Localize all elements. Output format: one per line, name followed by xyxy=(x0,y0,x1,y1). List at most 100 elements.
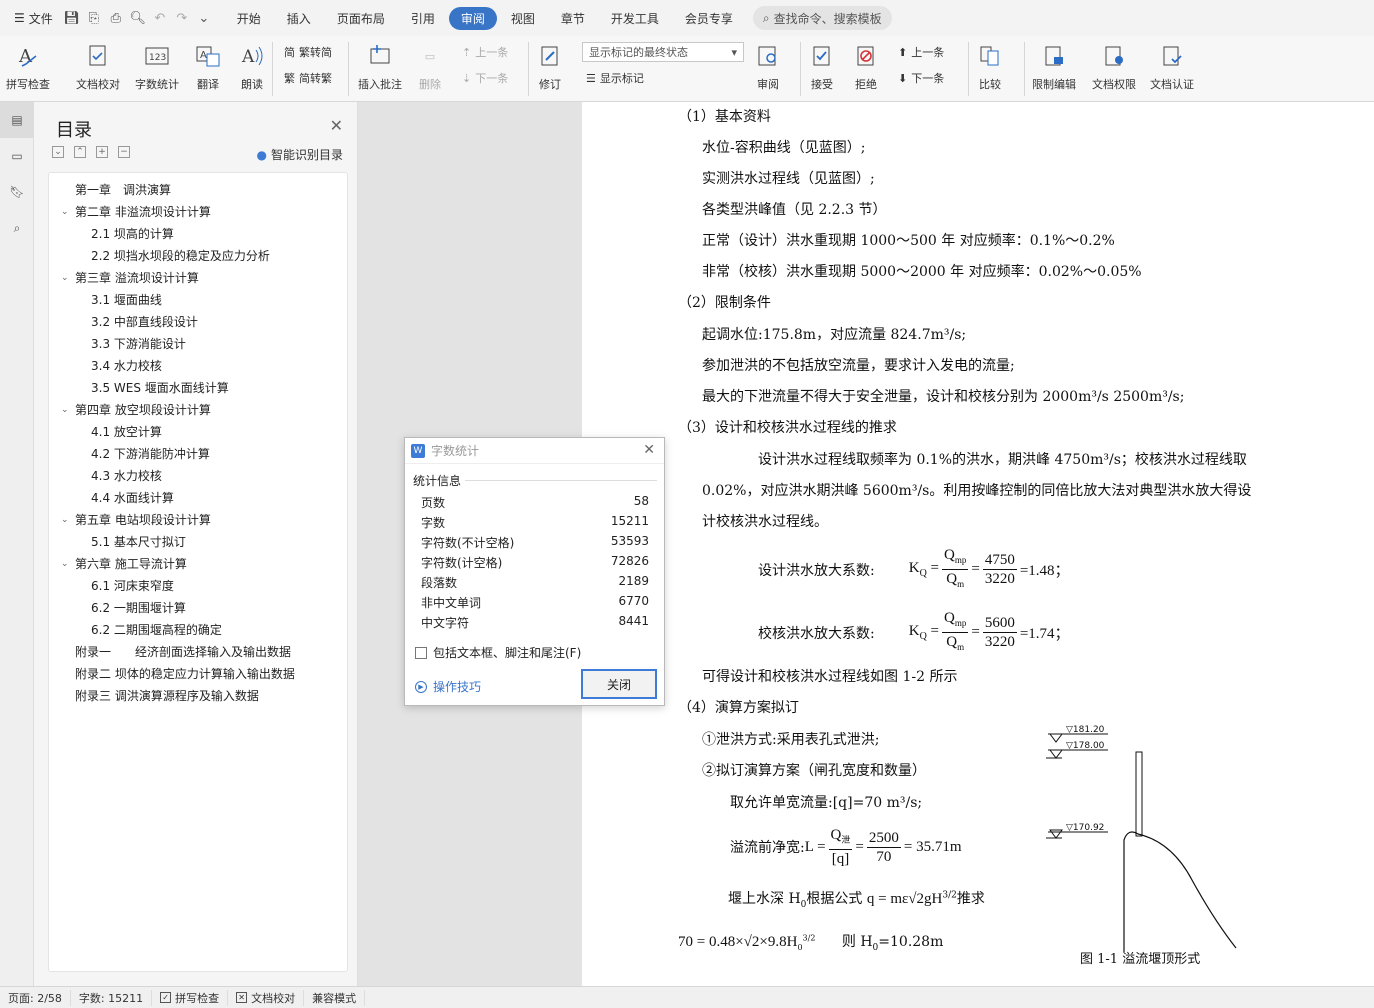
smart-toc-button[interactable]: ● 智能识别目录 xyxy=(257,146,344,163)
toc-item[interactable]: 4.3 水力校核 xyxy=(49,465,347,487)
track-changes-button[interactable]: 修订 xyxy=(536,42,564,92)
print-icon[interactable]: ⎙ xyxy=(107,9,125,27)
doc-line: 0.02%，对应洪水期洪峰 5600m³/s。利用按峰控制的同倍比放大法对典型洪… xyxy=(702,483,1252,499)
expand-all-icon[interactable]: ⌃ xyxy=(74,146,86,158)
next-change-button[interactable]: ⬇ 下一条 xyxy=(898,70,944,86)
x-icon: ✕ xyxy=(236,992,248,1003)
status-proofread[interactable]: ✕ 文档校对 xyxy=(228,989,305,1006)
stats-section: 统计信息 xyxy=(413,472,657,489)
save-icon[interactable]: 💾︎ xyxy=(63,9,81,27)
expand-chevron-icon[interactable]: ⌄ xyxy=(61,201,69,223)
toc-item[interactable]: 4.2 下游消能防冲计算 xyxy=(49,443,347,465)
formula-head: 堰上水深 H0根据公式 q = mε√2gH3/2推求 xyxy=(728,890,985,910)
status-spell-check[interactable]: ✓ 拼写检查 xyxy=(152,989,229,1006)
document-certify-button[interactable]: 文档认证 xyxy=(1150,42,1194,92)
add-item-icon[interactable]: + xyxy=(96,146,108,158)
restrict-editing-button[interactable]: 限制编辑 xyxy=(1032,42,1076,92)
quick-access-dropdown-icon[interactable]: ⌄ xyxy=(195,9,213,27)
compare-button[interactable]: 比较 xyxy=(976,42,1004,92)
tab-0[interactable]: 开始 xyxy=(225,7,273,30)
document-page[interactable]: （1）基本资料 水位-容积曲线（见蓝图）; 实测洪水过程线（见蓝图）; 各类型洪… xyxy=(582,102,1374,986)
toc-item[interactable]: 2.2 坝挡水坝段的稳定及应力分析 xyxy=(49,245,347,267)
toc-item[interactable]: ⌄ 第四章 放空坝段设计计算 xyxy=(49,399,347,421)
expand-chevron-icon[interactable]: ⌄ xyxy=(61,267,69,289)
toc-item[interactable]: 4.1 放空计算 xyxy=(49,421,347,443)
command-search[interactable]: ⌕ 查找命令、搜索模板 xyxy=(752,6,892,30)
prev-change-button[interactable]: ⬆ 上一条 xyxy=(898,44,944,60)
format-painter-icon[interactable]: ⎘ xyxy=(85,9,103,27)
tab-6[interactable]: 章节 xyxy=(549,7,597,30)
simp-trad-icon: 繁 xyxy=(284,72,295,85)
tab-4[interactable]: 审阅 xyxy=(448,6,497,30)
toc-item[interactable]: 第一章 调洪演算 xyxy=(49,179,347,201)
include-textbox-checkbox[interactable]: 包括文本框、脚注和尾注(F) xyxy=(415,644,581,661)
toc-item[interactable]: ⌄ 第二章 非溢流坝设计计算 xyxy=(49,201,347,223)
markup-state-select[interactable]: 显示标记的最终状态 ▾ xyxy=(582,42,744,62)
translate-button[interactable]: A 翻译 xyxy=(194,42,222,92)
undo-icon[interactable]: ↶ xyxy=(151,9,169,27)
formula-solve: 70 = 0.48×√2×9.8H03/2 则 H0=10.28m xyxy=(678,933,944,953)
toc-item[interactable]: 6.2 二期围堰高程的确定 xyxy=(49,619,347,641)
review-pane-button[interactable]: 审阅 xyxy=(754,42,782,92)
tab-3[interactable]: 引用 xyxy=(399,7,447,30)
reject-button[interactable]: 拒绝 xyxy=(852,42,880,92)
collapse-all-icon[interactable]: ⌄ xyxy=(52,146,64,158)
tab-7[interactable]: 开发工具 xyxy=(599,7,671,30)
close-button[interactable]: 关闭 xyxy=(581,669,657,699)
simp-to-trad-button[interactable]: 繁 简转繁 xyxy=(284,70,332,86)
toc-item[interactable]: 3.3 下游消能设计 xyxy=(49,333,347,355)
toc-item[interactable]: 2.1 坝高的计算 xyxy=(49,223,347,245)
trad-to-simp-button[interactable]: 简 繁转简 xyxy=(284,44,332,60)
accept-button[interactable]: 接受 xyxy=(808,42,836,92)
toc-item[interactable]: 3.4 水力校核 xyxy=(49,355,347,377)
toc-item[interactable]: 3.1 堰面曲线 xyxy=(49,289,347,311)
toc-item[interactable]: 3.2 中部直线段设计 xyxy=(49,311,347,333)
toc-item[interactable]: 3.5 WES 堰面水面线计算 xyxy=(49,377,347,399)
toc-item[interactable]: 5.1 基本尺寸拟订 xyxy=(49,531,347,553)
trad-simp-icon: 简 xyxy=(284,46,295,59)
chapter-icon[interactable]: ▭ xyxy=(0,138,34,174)
word-count-indicator[interactable]: 字数: 15211 xyxy=(71,989,153,1006)
find-icon[interactable]: ⌕ xyxy=(0,210,34,246)
spell-check-button[interactable]: A 拼写检查 xyxy=(6,42,50,92)
tab-2[interactable]: 页面布局 xyxy=(325,7,397,30)
page-indicator[interactable]: 页面: 2/58 xyxy=(0,989,71,1006)
toc-item[interactable]: 附录三 调洪演算源程序及输入数据 xyxy=(49,685,347,707)
insert-comment-button[interactable]: 插入批注 xyxy=(358,42,402,92)
toc-item[interactable]: ⌄ 第六章 施工导流计算 xyxy=(49,553,347,575)
dialog-close-icon[interactable]: ✕ xyxy=(643,442,655,458)
tab-8[interactable]: 会员专享 xyxy=(673,7,745,30)
toc-item[interactable]: ⌄ 第三章 溢流坝设计计算 xyxy=(49,267,347,289)
document-rights-button[interactable]: 文档权限 xyxy=(1092,42,1136,92)
toc-item[interactable]: 附录二 坝体的稳定应力计算输入输出数据 xyxy=(49,663,347,685)
toc-item[interactable]: 4.4 水面线计算 xyxy=(49,487,347,509)
prev-comment-button[interactable]: ⇡ 上一条 xyxy=(462,44,508,60)
proofread-button[interactable]: 文档校对 xyxy=(76,42,120,92)
navigation-rail: ▤ ▭ 🔖︎ ⌕ xyxy=(0,102,34,986)
file-menu[interactable]: ☰ 文件 xyxy=(8,6,59,30)
delete-comment-button[interactable]: ▭ 删除 xyxy=(416,42,444,92)
expand-chevron-icon[interactable]: ⌄ xyxy=(61,553,69,575)
tab-5[interactable]: 视图 xyxy=(499,7,547,30)
remove-item-icon[interactable]: − xyxy=(118,146,130,158)
read-aloud-button[interactable]: A 朗读 xyxy=(238,42,266,92)
toc-item[interactable]: 6.2 一期围堰计算 xyxy=(49,597,347,619)
tab-1[interactable]: 插入 xyxy=(275,7,323,30)
dialog-titlebar[interactable]: W 字数统计 xyxy=(405,438,664,464)
next-comment-button[interactable]: ⇣ 下一条 xyxy=(462,70,508,86)
word-count-button[interactable]: 123 字数统计 xyxy=(135,42,179,92)
close-icon[interactable]: ✕ xyxy=(330,116,343,135)
bookmark-icon[interactable]: 🔖︎ xyxy=(0,174,34,210)
print-preview-icon[interactable]: 🔍︎ xyxy=(129,9,147,27)
show-markup-icon: ☰ xyxy=(586,71,596,85)
toc-item[interactable]: 附录一 经济剖面选择输入及输出数据 xyxy=(49,641,347,663)
formula-check: 校核洪水放大系数: KQ = Qmp Qm = 5600 3220 =1.74； xyxy=(758,610,1070,652)
expand-chevron-icon[interactable]: ⌄ xyxy=(61,399,69,421)
toc-item[interactable]: 6.1 河床束窄度 xyxy=(49,575,347,597)
expand-chevron-icon[interactable]: ⌄ xyxy=(61,509,69,531)
toc-item[interactable]: ⌄ 第五章 电站坝段设计计算 xyxy=(49,509,347,531)
tips-link[interactable]: ▶ 操作技巧 xyxy=(415,678,481,695)
redo-icon[interactable]: ↷ xyxy=(173,9,191,27)
show-markup-button[interactable]: ☰ 显示标记 xyxy=(586,70,644,86)
toc-pane-icon[interactable]: ▤ xyxy=(0,102,34,138)
